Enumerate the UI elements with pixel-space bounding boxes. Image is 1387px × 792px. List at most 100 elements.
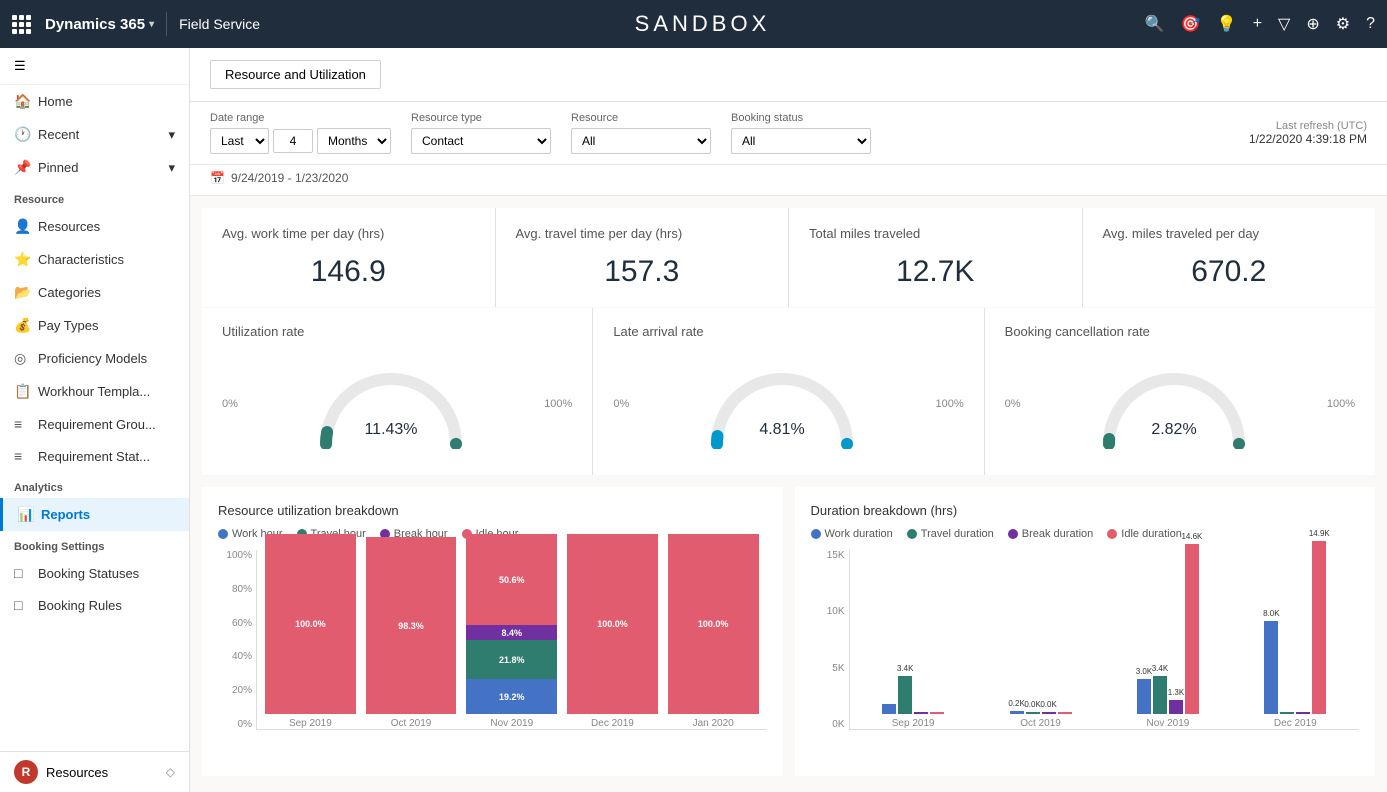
bar-seg-jan-idle: 100.0% [668,534,759,714]
sidebar-item-resources[interactable]: 👤 Resources [0,210,189,243]
bar-seg-nov-idle: 50.6% [466,534,557,625]
resource-section-label: Resource [0,184,189,210]
sandbox-title: SANDBOX [260,11,1145,37]
dur-bar-oct-idle [1058,712,1072,714]
characteristics-icon: ⭐ [14,251,30,268]
zoom-icon[interactable]: ⊕ [1306,14,1319,34]
help-icon[interactable]: ? [1366,15,1375,33]
home-icon: 🏠 [14,93,30,110]
sidebar-item-booking-statuses[interactable]: □ Booking Statuses [0,557,189,589]
resource-y-axis: 100% 80% 60% 40% 20% 0% [218,550,256,730]
nav-divider [166,12,167,36]
lightbulb-icon[interactable]: 💡 [1217,14,1237,34]
gauge-card-1: Late arrival rate 0% 4.81% 100% [593,308,983,475]
sidebar-toggle[interactable]: ☰ [0,48,189,85]
date-range-display: 📅 9/24/2019 - 1/23/2020 [210,169,1367,187]
booking-status-select[interactable]: All [731,128,871,154]
sidebar-item-booking-rules[interactable]: □ Booking Rules [0,589,189,621]
gauge-1-middle: 4.81% [629,359,935,449]
dur-group-dec: 8.0K 14.9K Dec 2019 [1240,539,1351,729]
dur-bar-dec-work: 8.0K [1264,621,1278,714]
bar-stack-jan: 100.0% [668,534,759,714]
range-select[interactable]: Last Next [210,128,269,154]
gauge-1-container: 0% 4.81% 100% [613,349,963,459]
dur-y-10k: 10K [827,606,845,617]
topnav-icons: 🔍 🎯 💡 + ▽ ⊕ ⚙ ? [1145,14,1375,34]
dur-group-sep: 3.4K Sep 2019 [858,539,969,729]
filter-icon[interactable]: ▽ [1278,14,1290,34]
kpi-title-2: Total miles traveled [809,226,1062,241]
sidebar-item-home[interactable]: 🏠 Home [0,85,189,118]
bar-group-nov: 19.2% 21.8% 8.4% 50.6% Nov 2019 [466,534,557,729]
kpi-row: Avg. work time per day (hrs) 146.9 Avg. … [202,208,1375,307]
dur-group-nov: 3.0K 3.4K 1.3K 14.6K [1112,539,1223,729]
date-range-filter: Date range Last Next Days Weeks Months Y… [210,112,391,154]
waffle-menu[interactable] [12,15,31,34]
sidebar-item-characteristics-label: Characteristics [38,252,124,267]
booking-rules-icon: □ [14,597,30,613]
last-refresh: Last refresh (UTC) 1/22/2020 4:39:18 PM [1249,120,1367,146]
reports-icon: 📊 [17,506,33,523]
topnav: Dynamics 365 ▾ Field Service SANDBOX 🔍 🎯… [0,0,1387,48]
duration-breakdown-chart: Duration breakdown (hrs) Work duration T… [795,487,1376,776]
gauge-card-2: Booking cancellation rate 0% 2.82% 100% [985,308,1375,475]
y-60: 60% [232,618,252,629]
gauge-0-svg: 11.43% [311,359,471,449]
brand[interactable]: Dynamics 365 ▾ [45,16,154,33]
y-40: 40% [232,651,252,662]
sidebar-item-recent[interactable]: 🕐 Recent ▾ [0,118,189,151]
resource-filter: Resource All [571,112,711,154]
booking-status-label: Booking status [731,112,871,124]
dur-bar-sep-break [914,712,928,714]
sidebar-item-pay-types[interactable]: 💰 Pay Types [0,309,189,342]
kpi-value-0: 146.9 [222,255,475,289]
sidebar-bottom-item[interactable]: R Resources ◇ [0,751,189,792]
dur-y-0k: 0K [832,719,844,730]
duration-breakdown-title: Duration breakdown (hrs) [811,503,1360,518]
date-range-controls: Last Next Days Weeks Months Years [210,128,391,154]
bar-x-nov: Nov 2019 [490,718,533,729]
sidebar-item-booking-statuses-label: Booking Statuses [38,566,139,581]
range-number-input[interactable] [273,129,313,153]
gauge-1-left: 0% [613,398,629,410]
gauge-0-left: 0% [222,398,238,410]
dur-x-sep: Sep 2019 [892,718,935,729]
range-unit-select[interactable]: Days Weeks Months Years [317,128,391,154]
bar-group-oct: 98.3% Oct 2019 [366,534,457,729]
dur-bar-sep-travel: 3.4K [898,676,912,715]
sidebar-item-req-groups[interactable]: ≡ Requirement Grou... [0,408,189,440]
dur-label-sep-travel: 3.4K [897,664,913,673]
brand-name: Dynamics 365 [45,16,145,33]
settings-icon[interactable]: ⚙ [1336,14,1350,34]
kpi-value-3: 670.2 [1103,255,1356,289]
sidebar-item-req-status[interactable]: ≡ Requirement Stat... [0,440,189,472]
gauge-2-right: 100% [1327,398,1355,410]
dur-label-oct-work: 0.2K [1008,699,1024,708]
bar-x-dec: Dec 2019 [591,718,634,729]
sidebar-item-pay-types-label: Pay Types [38,318,98,333]
sidebar-bottom-expand[interactable]: ◇ [166,765,175,779]
sidebar-item-pinned[interactable]: 📌 Pinned ▾ [0,151,189,184]
sidebar-item-proficiency-models[interactable]: ◎ Proficiency Models [0,342,189,375]
travel-dur-dot [907,529,917,539]
dur-label-nov-travel: 3.4K [1152,664,1168,673]
add-icon[interactable]: + [1253,15,1262,33]
bar-group-dec: 100.0% Dec 2019 [567,534,658,729]
sidebar-item-workhour[interactable]: 📋 Workhour Templa... [0,375,189,408]
sidebar-item-reports[interactable]: 📊 Reports [0,498,189,531]
gauge-row: Utilization rate 0% 11.43% 100% Late arr… [202,308,1375,475]
dur-label-oct-break: 0.0K [1040,700,1056,709]
bar-x-jan: Jan 2020 [693,718,734,729]
search-icon[interactable]: 🔍 [1145,14,1165,34]
resource-utilization-tab[interactable]: Resource and Utilization [210,60,381,89]
sidebar-item-characteristics[interactable]: ⭐ Characteristics [0,243,189,276]
bar-seg-sep-idle: 100.0% [265,534,356,714]
sidebar-item-req-groups-label: Requirement Grou... [38,417,156,432]
proficiency-icon: ◎ [14,350,30,367]
resource-type-select[interactable]: Contact User Equipment [411,128,551,154]
resource-select[interactable]: All [571,128,711,154]
sidebar-item-categories[interactable]: 📂 Categories [0,276,189,309]
kpi-value-1: 157.3 [516,255,769,289]
booking-section-label: Booking Settings [0,531,189,557]
target-icon[interactable]: 🎯 [1181,14,1201,34]
